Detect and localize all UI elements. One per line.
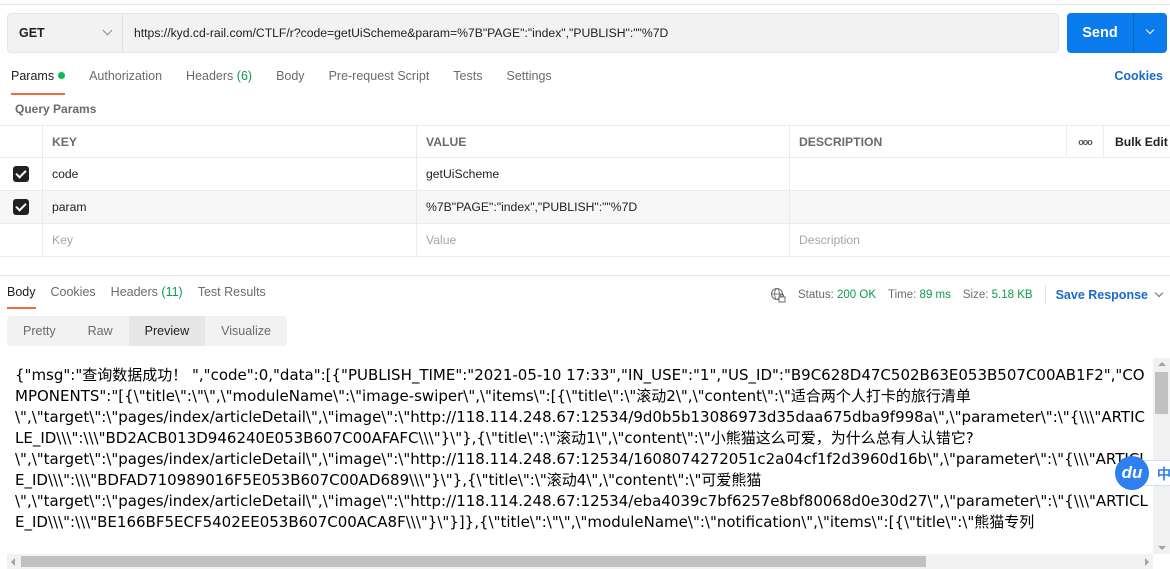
enable-param-checkbox[interactable] [13, 199, 29, 215]
table-row: code getUiScheme [0, 158, 1170, 191]
params-active-dot-icon [58, 72, 66, 79]
tab-pre-request-script[interactable]: Pre-request Script [329, 69, 430, 93]
time-label: Time: [888, 289, 917, 301]
status-readout: Status: 200 OK [798, 289, 876, 301]
tab-tests[interactable]: Tests [453, 69, 482, 93]
time-readout: Time: 89 ms [888, 289, 951, 301]
request-url-bar: GET https://kyd.cd-rail.com/CTLF/r?code=… [7, 13, 1059, 53]
time-value[interactable]: 89 ms [920, 289, 951, 301]
chevron-down-icon [102, 25, 113, 36]
tab-label: Body [276, 69, 305, 83]
status-label: Status: [798, 289, 834, 301]
column-header-value: VALUE [417, 126, 790, 157]
row-checkbox-cell [0, 191, 43, 223]
response-meta: Status: 200 OK Time: 89 ms Size: 5.18 KB… [770, 285, 1164, 305]
tab-response-headers[interactable]: Headers (11) [111, 285, 183, 307]
tab-authorization[interactable]: Authorization [89, 69, 162, 93]
baidu-translate-widget[interactable]: du 中 [1115, 456, 1170, 490]
tab-response-cookies[interactable]: Cookies [51, 285, 96, 307]
size-readout: Size: 5.18 KB [963, 289, 1033, 301]
method-label: GET [19, 26, 45, 40]
top-divider [0, 4, 1170, 5]
response-body-text: {"msg":"查询数据成功！ ","code":0,"data":[{"PUB… [15, 366, 1148, 531]
request-tabs: Params Authorization Headers (6) Body Pr… [11, 69, 576, 95]
headers-count: (11) [161, 285, 183, 299]
new-value-input[interactable]: Value [417, 224, 790, 256]
tab-label: Pre-request Script [328, 69, 430, 83]
response-preview-pane: {"msg":"查询数据成功！ ","code":0,"data":[{"PUB… [7, 358, 1170, 569]
globe-lock-icon[interactable] [770, 287, 786, 303]
size-value[interactable]: 5.18 KB [992, 289, 1033, 301]
row-checkbox-cell [0, 158, 43, 190]
send-options-button[interactable] [1134, 13, 1167, 53]
headers-count: (6) [236, 69, 253, 83]
view-visualize[interactable]: Visualize [205, 316, 287, 346]
header-checkbox-cell [0, 126, 43, 157]
view-pretty[interactable]: Pretty [7, 316, 72, 346]
chevron-down-icon [1154, 288, 1164, 298]
view-mode-selector: Pretty Raw Preview Visualize [7, 316, 287, 346]
new-key-input[interactable]: Key [43, 224, 417, 256]
request-response-divider[interactable] [0, 275, 1170, 276]
tab-body[interactable]: Body [276, 69, 305, 93]
save-response-label: Save Response [1055, 288, 1148, 302]
tab-label: Headers [110, 285, 158, 299]
tab-label: Test Results [197, 285, 266, 299]
tab-label: Cookies [50, 285, 96, 299]
param-description-field[interactable] [790, 158, 1170, 190]
tab-label: Tests [453, 69, 483, 83]
tab-params[interactable]: Params [11, 69, 66, 95]
param-value-field[interactable]: %7B"PAGE":"index","PUBLISH":""%7D [417, 191, 790, 223]
scroll-right-arrow-icon[interactable] [1145, 558, 1149, 566]
save-response-button[interactable]: Save Response [1055, 288, 1164, 302]
send-button-group: Send [1067, 13, 1167, 53]
table-row: param %7B"PAGE":"index","PUBLISH":""%7D [0, 191, 1170, 224]
widget-language-label[interactable]: 中 [1157, 464, 1170, 484]
size-label: Size: [962, 289, 989, 301]
bulk-edit-button[interactable]: Bulk Edit [1104, 126, 1170, 157]
tab-label: Settings [506, 69, 552, 83]
param-key-field[interactable]: code [43, 158, 417, 190]
more-options-button[interactable]: ooo [1067, 126, 1104, 157]
send-button[interactable]: Send [1067, 13, 1134, 53]
tab-test-results[interactable]: Test Results [198, 285, 266, 307]
param-value-field[interactable]: getUiScheme [417, 158, 790, 190]
column-header-description: DESCRIPTION [790, 126, 1067, 157]
vertical-scrollbar[interactable] [1153, 358, 1170, 554]
chevron-down-icon [1145, 25, 1155, 35]
url-input[interactable]: https://kyd.cd-rail.com/CTLF/r?code=getU… [123, 26, 668, 40]
param-description-field[interactable] [790, 191, 1170, 223]
tab-label: Authorization [89, 69, 163, 83]
horizontal-scrollbar[interactable] [7, 554, 1153, 569]
vertical-scroll-thumb[interactable] [1155, 372, 1168, 414]
view-preview[interactable]: Preview [128, 316, 206, 346]
row-checkbox-cell [0, 224, 43, 256]
tab-response-body[interactable]: Body [7, 285, 36, 309]
baidu-du-logo-icon[interactable]: du [1115, 456, 1149, 490]
param-key-field[interactable]: param [43, 191, 417, 223]
query-params-heading: Query Params [15, 102, 97, 116]
query-params-table: KEY VALUE DESCRIPTION ooo Bulk Edit code… [0, 125, 1170, 257]
response-tabs: Body Cookies Headers (11) Test Results [7, 285, 281, 309]
tab-label: Headers [186, 69, 234, 83]
scroll-up-arrow-icon[interactable] [1158, 362, 1166, 366]
method-select[interactable]: GET [8, 14, 123, 52]
status-value[interactable]: 200 OK [837, 289, 876, 301]
view-raw[interactable]: Raw [72, 316, 129, 346]
horizontal-scroll-thumb[interactable] [21, 556, 926, 567]
scroll-left-arrow-icon[interactable] [11, 558, 15, 566]
tab-label: Body [7, 285, 36, 299]
cookies-link[interactable]: Cookies [1114, 69, 1163, 83]
table-row-new: Key Value Description [0, 224, 1170, 257]
column-header-key: KEY [43, 126, 417, 157]
separator [1044, 285, 1046, 305]
table-header-row: KEY VALUE DESCRIPTION ooo Bulk Edit [0, 125, 1170, 158]
scroll-down-arrow-icon[interactable] [1158, 546, 1166, 550]
tab-label: Params [11, 69, 55, 83]
enable-param-checkbox[interactable] [13, 166, 29, 182]
new-description-input[interactable]: Description [790, 224, 1170, 256]
tab-headers[interactable]: Headers (6) [186, 69, 252, 93]
tab-settings[interactable]: Settings [506, 69, 551, 93]
